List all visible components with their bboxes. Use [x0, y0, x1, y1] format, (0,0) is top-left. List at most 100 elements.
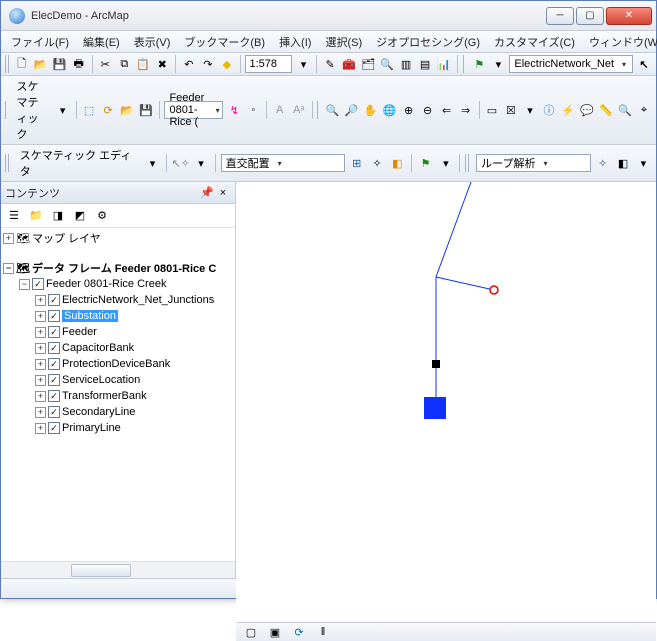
scale-dropdown[interactable]: ▾ [295, 55, 311, 73]
label-a2-button[interactable]: Aᵃ [291, 101, 307, 119]
scrollbar-thumb[interactable] [71, 564, 131, 577]
collapse-icon[interactable]: − [19, 279, 30, 290]
tree-row-group[interactable]: − ✓ Feeder 0801-Rice Creek [1, 276, 235, 292]
zoom-out-button[interactable]: 🔎 [344, 101, 360, 119]
trace-run-button[interactable]: ✧ [594, 154, 611, 172]
pointer-tool[interactable]: ↖ [636, 55, 652, 73]
checkbox-icon[interactable]: ✓ [48, 374, 60, 386]
time-button[interactable]: 📊 [436, 55, 452, 73]
new-doc-button[interactable]: 🗋 [14, 55, 30, 73]
checkbox-icon[interactable]: ✓ [48, 422, 60, 434]
apply-layout-button[interactable]: ⊞ [348, 154, 365, 172]
menu-edit[interactable]: 編集(E) [77, 32, 126, 52]
select-dropdown[interactable]: ▾ [522, 101, 538, 119]
layout-view-tab[interactable]: ▣ [266, 623, 284, 641]
select-tool[interactable]: ▭ [484, 101, 500, 119]
edit-dropdown[interactable]: ▾ [192, 154, 209, 172]
find-button[interactable]: 🔍 [617, 101, 633, 119]
paste-button[interactable]: 📋 [135, 55, 151, 73]
clear-select-button[interactable]: ☒ [503, 101, 519, 119]
checkbox-icon[interactable]: ✓ [48, 310, 60, 322]
editor-toolbar-button[interactable]: ✎ [322, 55, 338, 73]
tree-row-layer[interactable]: + ✓ Feeder [1, 324, 235, 340]
tree-row-layer[interactable]: + ✓ ServiceLocation [1, 372, 235, 388]
checkbox-icon[interactable]: ✓ [32, 278, 44, 290]
python-button[interactable]: ▥ [398, 55, 414, 73]
propagate-button[interactable]: ↯ [226, 101, 242, 119]
goto-xy-button[interactable]: ⌖ [636, 101, 652, 119]
refresh-button[interactable]: ⟳ [290, 623, 308, 641]
tree-row-layer[interactable]: + ✓ SecondaryLine [1, 404, 235, 420]
layout-algo-combo[interactable]: 直交配置 ▾ [221, 154, 346, 172]
na-dropdown[interactable]: ▾ [490, 55, 506, 73]
network-combo[interactable]: ElectricNetwork_Net ▾ [509, 55, 633, 73]
na-flag-button[interactable]: ⚑ [471, 55, 487, 73]
maximize-button[interactable]: ▢ [576, 7, 604, 25]
toolbox-button[interactable]: 🧰 [341, 55, 357, 73]
menu-view[interactable]: 表示(V) [128, 32, 177, 52]
set-root-button[interactable]: ⚑ [417, 154, 434, 172]
expand-icon[interactable]: + [3, 233, 14, 244]
menu-bookmark[interactable]: ブックマーク(B) [178, 32, 271, 52]
tree-row-maplayers[interactable]: + 🗺 マップ レイヤ [1, 230, 235, 246]
undo-button[interactable]: ↶ [181, 55, 197, 73]
expand-icon[interactable]: + [35, 423, 46, 434]
feeder-combo[interactable]: Feeder 0801-Rice ( ▾ [164, 101, 223, 119]
menu-customize[interactable]: カスタマイズ(C) [488, 32, 581, 52]
toc-list-by-drawing[interactable]: ☰ [5, 207, 23, 225]
checkbox-icon[interactable]: ✓ [48, 294, 60, 306]
tree-row-layer[interactable]: + ✓ ProtectionDeviceBank [1, 356, 235, 372]
toc-tree[interactable]: + 🗺 マップ レイヤ − 🗺 データ フレーム Feeder 0801-Ric… [1, 228, 235, 561]
menu-insert[interactable]: 挿入(I) [273, 32, 317, 52]
full-extent-button[interactable]: 🌐 [382, 101, 398, 119]
pan-button[interactable]: ✋ [363, 101, 379, 119]
identify-button[interactable]: ⓘ [541, 101, 557, 119]
cut-button[interactable]: ✂ [97, 55, 113, 73]
minimize-button[interactable]: ─ [546, 7, 574, 25]
close-button[interactable]: ✕ [606, 7, 652, 25]
toolbar-grip[interactable] [5, 101, 7, 119]
generate-diagram-button[interactable]: ⬚ [81, 101, 97, 119]
toolbar-grip[interactable] [317, 101, 319, 119]
toolbar-grip[interactable] [465, 154, 471, 172]
checkbox-icon[interactable]: ✓ [48, 358, 60, 370]
catalog-button[interactable]: 🗂 [360, 55, 376, 73]
zoom-in-button[interactable]: 🔍 [325, 101, 341, 119]
menu-select[interactable]: 選択(S) [319, 32, 368, 52]
toolbar-grip[interactable] [5, 154, 11, 172]
toc-hscroll[interactable] [1, 561, 235, 578]
print-button[interactable]: 🖶 [71, 55, 87, 73]
toc-list-by-selection[interactable]: ◩ [71, 207, 89, 225]
expand-icon[interactable]: + [35, 343, 46, 354]
fixed-zoom-in[interactable]: ⊕ [401, 101, 417, 119]
tree-row-layer[interactable]: + ✓ PrimaryLine [1, 420, 235, 436]
tree-row-layer[interactable]: + ✓ TransformerBank [1, 388, 235, 404]
expand-icon[interactable]: + [35, 311, 46, 322]
menu-geoprocessing[interactable]: ジオプロセシング(G) [370, 32, 486, 52]
expand-icon[interactable]: + [35, 391, 46, 402]
expand-icon[interactable]: + [35, 359, 46, 370]
checkbox-icon[interactable]: ✓ [48, 406, 60, 418]
tree-row-layer[interactable]: + ✓ ElectricNetwork_Net_Junctions [1, 292, 235, 308]
menu-window[interactable]: ウィンドウ(W) [583, 32, 657, 52]
map-scale-input[interactable]: 1:578 [245, 55, 292, 73]
redo-button[interactable]: ↷ [200, 55, 216, 73]
menu-file[interactable]: ファイル(F) [5, 32, 75, 52]
expand-icon[interactable]: + [35, 295, 46, 306]
toc-list-by-source[interactable]: 📁 [27, 207, 45, 225]
checkbox-icon[interactable]: ✓ [48, 342, 60, 354]
measure-button[interactable]: 📏 [598, 101, 614, 119]
fixed-zoom-out[interactable]: ⊖ [420, 101, 436, 119]
toolbar-grip[interactable] [463, 55, 467, 73]
toolbar-grip[interactable] [5, 55, 9, 73]
toc-close-button[interactable]: × [215, 185, 231, 201]
trace-dropdown[interactable]: ▾ [635, 154, 652, 172]
tree-row-layer-selected[interactable]: + ✓ Substation [1, 308, 235, 324]
trace-combo[interactable]: ループ解析 ▾ [476, 154, 591, 172]
schematic-dropdown[interactable]: ▾ [55, 101, 71, 119]
root-dropdown[interactable]: ▾ [437, 154, 454, 172]
expand-icon[interactable]: + [35, 327, 46, 338]
copy-button[interactable]: ⧉ [116, 55, 132, 73]
delete-button[interactable]: ✖ [154, 55, 170, 73]
pause-draw-button[interactable]: ‖ [314, 623, 332, 641]
